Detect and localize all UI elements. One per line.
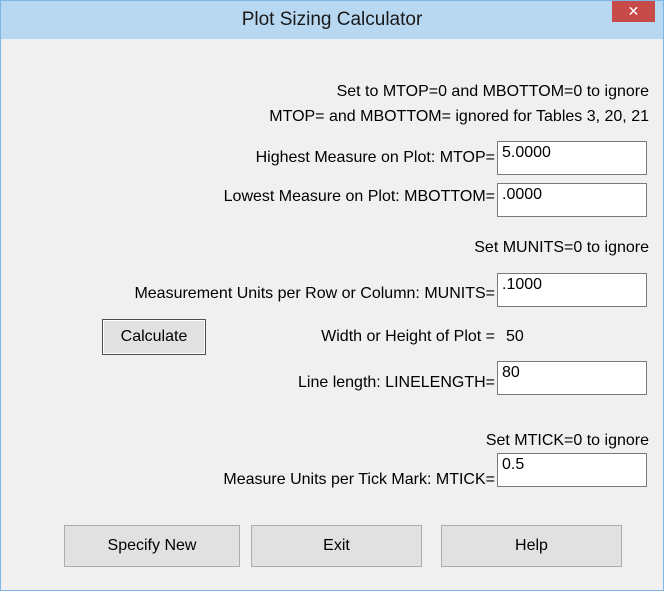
window-title: Plot Sizing Calculator [241, 9, 423, 30]
exit-button[interactable]: Exit [251, 525, 422, 567]
help-button[interactable]: Help [441, 525, 622, 567]
mbottom-field[interactable] [497, 183, 647, 217]
mtop-field[interactable] [497, 141, 647, 175]
mtick-ignore-hint: Set MTICK=0 to ignore [485, 432, 649, 449]
plot-size-value: 50 [506, 328, 524, 345]
munits-ignore-hint: Set MUNITS=0 to ignore [474, 239, 649, 256]
mtop-mbottom-ignore-hint: Set to MTOP=0 and MBOTTOM=0 to ignore [336, 83, 649, 100]
tables-ignore-hint: MTOP= and MBOTTOM= ignored for Tables 3,… [269, 108, 649, 125]
plot-size-label: Width or Height of Plot = [321, 328, 495, 345]
linelength-field[interactable] [497, 361, 647, 395]
title-bar[interactable]: Plot Sizing Calculator ✕ [1, 1, 663, 39]
mtick-label: Measure Units per Tick Mark: MTICK= [223, 471, 495, 488]
munits-field[interactable] [497, 273, 647, 307]
close-icon: ✕ [627, 3, 640, 19]
linelength-label: Line length: LINELENGTH= [298, 374, 495, 391]
mbottom-label: Lowest Measure on Plot: MBOTTOM= [223, 188, 495, 205]
plot-sizing-calculator-window: Plot Sizing Calculator ✕ Set to MTOP=0 a… [0, 0, 664, 591]
mtop-label: Highest Measure on Plot: MTOP= [255, 149, 495, 166]
specify-new-button[interactable]: Specify New [64, 525, 240, 567]
calculate-button[interactable]: Calculate [102, 319, 206, 355]
munits-label: Measurement Units per Row or Column: MUN… [134, 285, 495, 302]
close-button[interactable]: ✕ [612, 1, 655, 22]
dialog-body: Set to MTOP=0 and MBOTTOM=0 to ignore MT… [9, 39, 655, 582]
mtick-field[interactable] [497, 453, 647, 487]
